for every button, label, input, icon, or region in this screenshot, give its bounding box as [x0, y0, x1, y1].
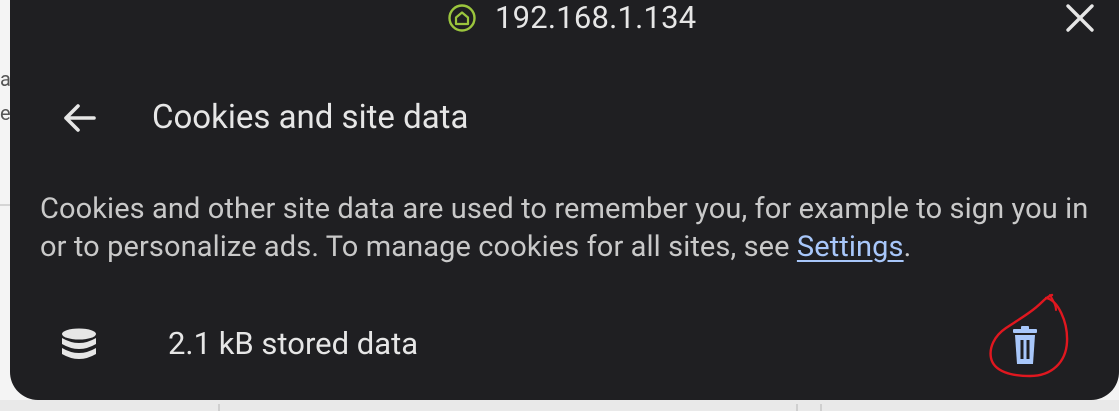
- cookies-description: Cookies and other site data are used to …: [40, 190, 1110, 266]
- trash-icon: [1000, 326, 1050, 374]
- background-bottom-strip: [0, 400, 1119, 411]
- close-icon: [1061, 4, 1101, 42]
- page-title: Cookies and site data: [152, 98, 469, 137]
- page-header: Cookies and site data: [10, 90, 1119, 146]
- address-bar: 192.168.1.134: [10, 0, 1119, 38]
- background-divider: [820, 404, 822, 411]
- home-outline-icon: [447, 3, 477, 33]
- close-button[interactable]: [1061, 0, 1101, 38]
- stored-data-label: 2.1 kB stored data: [168, 325, 419, 362]
- database-icon: [59, 328, 99, 362]
- settings-link[interactable]: Settings: [797, 230, 904, 264]
- background-divider: [796, 404, 798, 411]
- stored-data-row: 2.1 kB stored data: [10, 314, 1119, 376]
- site-host: 192.168.1.134: [495, 0, 697, 36]
- delete-data-button[interactable]: [1000, 320, 1050, 370]
- background-divider: [218, 404, 220, 411]
- back-button[interactable]: [58, 98, 102, 138]
- description-text: Cookies and other site data are used to …: [40, 192, 1089, 264]
- cookies-bottom-sheet: 192.168.1.134 Cookies and site data Cook…: [10, 0, 1119, 400]
- arrow-back-icon: [58, 104, 102, 142]
- description-punctuation: .: [903, 230, 912, 264]
